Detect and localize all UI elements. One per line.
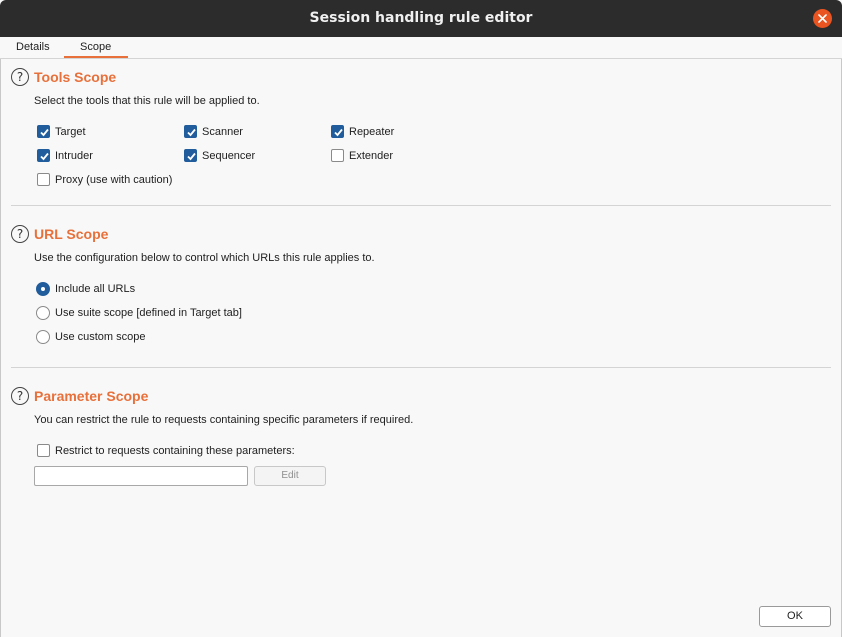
checkbox-sequencer[interactable] [184, 149, 197, 162]
checkbox-restrict-parameters[interactable] [37, 444, 50, 457]
url-scope-description: Use the configuration below to control w… [34, 252, 375, 264]
tab-details[interactable]: Details [16, 41, 50, 53]
check-icon [40, 128, 49, 137]
checkbox-target[interactable] [37, 125, 50, 138]
close-button[interactable] [813, 9, 832, 28]
checkbox-label-extender: Extender [349, 150, 394, 162]
section-divider [11, 205, 831, 206]
help-icon[interactable]: ? [11, 387, 29, 405]
checkbox-label-repeater: Repeater [349, 126, 395, 138]
checkbox-label-sequencer: Sequencer [202, 150, 256, 162]
check-icon [187, 128, 196, 137]
radio-label-include-all-urls: Include all URLs [55, 283, 136, 295]
checkbox-label-restrict-parameters: Restrict to requests containing these pa… [55, 445, 295, 457]
radio-suite-scope[interactable] [36, 306, 50, 320]
parameter-scope-title: Parameter Scope [34, 388, 149, 404]
checkbox-scanner[interactable] [184, 125, 197, 138]
check-icon [187, 152, 196, 161]
tools-scope-title: Tools Scope [34, 69, 117, 85]
help-icon[interactable]: ? [11, 68, 29, 86]
title-bar: Session handling rule editor [0, 0, 842, 37]
close-icon [818, 14, 827, 23]
checkbox-extender[interactable] [331, 149, 344, 162]
help-icon[interactable]: ? [11, 225, 29, 243]
checkbox-label-proxy: Proxy (use with caution) [55, 174, 173, 186]
tab-bar: Details Scope [0, 37, 842, 59]
section-divider [11, 367, 831, 368]
parameter-scope-description: You can restrict the rule to requests co… [34, 414, 414, 426]
checkbox-intruder[interactable] [37, 149, 50, 162]
tab-scope[interactable]: Scope [80, 41, 111, 53]
tools-scope-description: Select the tools that this rule will be … [34, 95, 260, 107]
edit-button[interactable]: Edit [254, 466, 326, 486]
radio-custom-scope[interactable] [36, 330, 50, 344]
check-icon [334, 128, 343, 137]
checkbox-label-scanner: Scanner [202, 126, 243, 138]
checkbox-label-target: Target [55, 126, 86, 138]
ok-button[interactable]: OK [759, 606, 831, 627]
checkbox-repeater[interactable] [331, 125, 344, 138]
active-tab-indicator [64, 56, 128, 58]
radio-label-suite-scope: Use suite scope [defined in Target tab] [55, 307, 242, 319]
radio-include-all-urls[interactable] [36, 282, 50, 296]
parameters-input[interactable] [34, 466, 248, 486]
scope-panel: ? Tools Scope Select the tools that this… [1, 59, 841, 637]
url-scope-title: URL Scope [34, 226, 109, 242]
radio-label-custom-scope: Use custom scope [55, 331, 146, 343]
check-icon [40, 152, 49, 161]
checkbox-proxy[interactable] [37, 173, 50, 186]
window-title: Session handling rule editor [309, 10, 533, 26]
checkbox-label-intruder: Intruder [55, 150, 93, 162]
